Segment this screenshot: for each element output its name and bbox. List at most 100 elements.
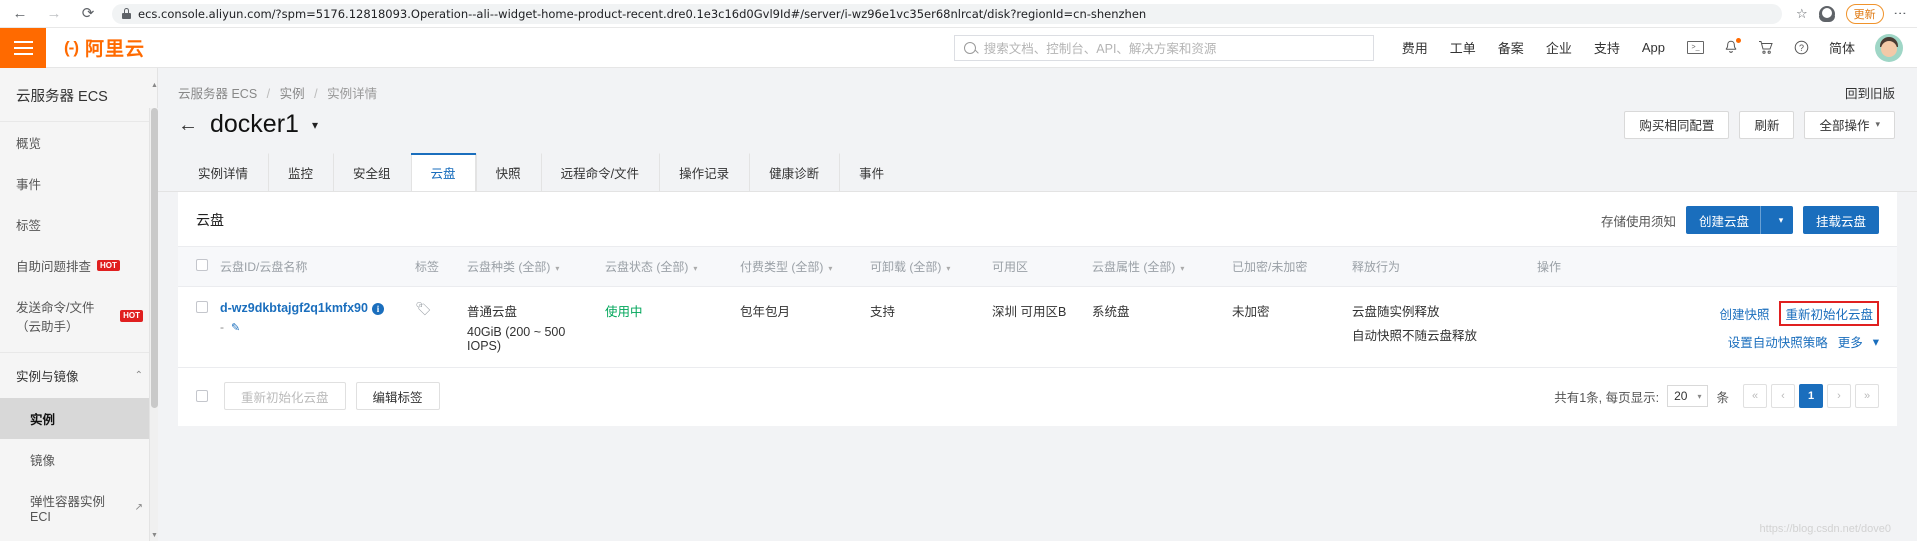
header-nav-tickets[interactable]: 工单 xyxy=(1450,38,1476,57)
row-checkbox[interactable] xyxy=(196,301,208,313)
menu-toggle-button[interactable] xyxy=(0,27,46,68)
sidebar-item-ddh[interactable]: 专有宿主机 DDH xyxy=(0,535,157,541)
scrollbar-thumb[interactable] xyxy=(151,108,158,408)
last-page-button[interactable]: » xyxy=(1855,384,1879,408)
breadcrumb-separator: / xyxy=(314,87,318,101)
disk-id-link[interactable]: d-wz9dkbtajgf2q1kmfx90 xyxy=(220,301,368,315)
breadcrumb-item-ecs[interactable]: 云服务器 ECS xyxy=(178,87,257,101)
header-nav-icp[interactable]: 备案 xyxy=(1498,38,1524,57)
attach-disk-button[interactable]: 挂载云盘 xyxy=(1802,206,1879,234)
sidebar-item-tags[interactable]: 标签 xyxy=(0,204,157,245)
tab-remote-command[interactable]: 远程命令/文件 xyxy=(540,153,659,191)
browser-menu-icon[interactable]: ⋮ xyxy=(1893,7,1908,20)
col-payment-type[interactable]: 付费类型 (全部) ▾ xyxy=(734,246,864,287)
tab-instance-detail[interactable]: 实例详情 xyxy=(178,153,268,191)
chevron-up-icon: ⌃ xyxy=(134,370,143,381)
prev-page-button[interactable]: ‹ xyxy=(1771,384,1795,408)
browser-forward-icon[interactable]: → xyxy=(44,4,64,24)
breadcrumb-item-instances[interactable]: 实例 xyxy=(280,87,305,101)
tab-snapshots[interactable]: 快照 xyxy=(475,153,541,191)
sidebar-item-events[interactable]: 事件 xyxy=(0,163,157,204)
address-bar[interactable]: ecs.console.aliyun.com/?spm=5176.1281809… xyxy=(112,3,1782,24)
info-icon[interactable]: i xyxy=(371,303,384,315)
release-behavior-line2: 自动快照不随云盘释放 xyxy=(1352,329,1478,343)
scroll-down-arrow[interactable]: ▼ xyxy=(151,532,158,539)
edit-pencil-icon[interactable]: ✎ xyxy=(231,321,240,334)
reinitialize-disk-link[interactable]: 重新初始化云盘 xyxy=(1779,301,1879,326)
tab-operation-logs[interactable]: 操作记录 xyxy=(659,153,749,191)
more-operations-link[interactable]: 更多 xyxy=(1838,332,1863,351)
sidebar-item-send-command[interactable]: 发送命令/文件（云助手） HOT xyxy=(0,286,157,346)
sidebar-item-eci[interactable]: 弹性容器实例 ECI ↗ xyxy=(0,480,157,535)
back-to-old-version-link[interactable]: 回到旧版 xyxy=(1845,83,1895,102)
header-nav-app[interactable]: App xyxy=(1642,40,1665,55)
breadcrumb-item-instance-detail: 实例详情 xyxy=(327,87,378,101)
browser-back-icon[interactable]: ← xyxy=(10,4,30,24)
global-search-input[interactable]: 搜索文档、控制台、API、解决方案和资源 xyxy=(953,34,1374,61)
create-snapshot-link[interactable]: 创建快照 xyxy=(1719,304,1769,323)
header-nav-support[interactable]: 支持 xyxy=(1594,38,1620,57)
bulk-reinitialize-button[interactable]: 重新初始化云盘 xyxy=(224,382,346,410)
col-disk-type[interactable]: 云盘种类 (全部) ▾ xyxy=(461,246,599,287)
col-disk-status[interactable]: 云盘状态 (全部) ▾ xyxy=(599,246,734,287)
sidebar-item-images[interactable]: 镜像 xyxy=(0,439,157,480)
filter-caret-icon[interactable]: ▾ xyxy=(693,264,697,273)
update-button[interactable]: 更新 xyxy=(1845,3,1884,24)
chevron-down-icon[interactable]: ▾ xyxy=(1769,215,1793,226)
bulk-edit-tag-button[interactable]: 编辑标签 xyxy=(355,382,440,410)
footer-select-all-checkbox[interactable] xyxy=(196,390,208,402)
aliyun-logo[interactable]: (-) 阿里云 xyxy=(64,34,145,61)
profile-avatar-icon[interactable] xyxy=(1818,5,1835,22)
language-switch[interactable]: 简体 xyxy=(1829,38,1855,57)
notifications-bell-icon[interactable] xyxy=(1724,38,1741,55)
select-all-checkbox[interactable] xyxy=(196,259,208,271)
tag-icon[interactable]: 🏷 xyxy=(415,301,432,316)
all-operations-button[interactable]: 全部操作 ▾ xyxy=(1804,110,1895,139)
scroll-up-arrow[interactable]: ▲ xyxy=(151,82,158,89)
bookmark-star-icon[interactable]: ☆ xyxy=(1796,6,1808,22)
sidebar-item-self-troubleshoot[interactable]: 自助问题排查 HOT xyxy=(0,245,157,286)
shopping-cart-icon[interactable] xyxy=(1758,40,1774,55)
storage-notice-link[interactable]: 存储使用须知 xyxy=(1601,211,1676,230)
sidebar-scrollbar[interactable]: ▲ ▼ xyxy=(149,82,158,541)
tab-disks[interactable]: 云盘 xyxy=(410,153,476,191)
sidebar-item-instances[interactable]: 实例 xyxy=(0,398,157,439)
col-tag: 标签 xyxy=(409,246,461,287)
create-disk-button[interactable]: 创建云盘 ▾ xyxy=(1685,206,1793,234)
column-label: 付费类型 (全部) xyxy=(740,260,824,274)
chevron-down-icon: ▾ xyxy=(1697,391,1702,401)
sidebar-group-instances-images[interactable]: 实例与镜像 ⌃ xyxy=(0,352,157,398)
page-title: docker1 xyxy=(210,110,299,138)
notification-dot xyxy=(1735,38,1741,43)
back-arrow-icon[interactable]: ← xyxy=(178,115,198,135)
user-avatar[interactable] xyxy=(1875,33,1903,62)
header-nav-fees[interactable]: 费用 xyxy=(1402,38,1428,57)
breadcrumb-separator: / xyxy=(266,87,271,101)
sidebar-item-overview[interactable]: 概览 xyxy=(0,122,157,163)
tab-events[interactable]: 事件 xyxy=(839,153,904,191)
button-label: 购买相同配置 xyxy=(1639,119,1715,133)
col-disk-attribute[interactable]: 云盘属性 (全部) ▾ xyxy=(1086,246,1226,287)
col-detachable[interactable]: 可卸载 (全部) ▾ xyxy=(864,246,986,287)
page-size-select[interactable]: 20 ▾ xyxy=(1667,385,1709,407)
first-page-button[interactable]: « xyxy=(1743,384,1767,408)
filter-caret-icon[interactable]: ▾ xyxy=(946,264,950,273)
filter-caret-icon[interactable]: ▾ xyxy=(1180,264,1184,273)
page-number-button[interactable]: 1 xyxy=(1799,384,1823,408)
refresh-button[interactable]: 刷新 xyxy=(1739,110,1795,139)
cloudshell-terminal-icon[interactable]: >_ xyxy=(1686,41,1704,54)
help-icon[interactable]: ? xyxy=(1794,40,1809,55)
disk-table: 云盘ID/云盘名称 标签 云盘种类 (全部) ▾ 云盘状态 (全部) ▾ 付费类型 … xyxy=(178,246,1897,368)
filter-caret-icon[interactable]: ▾ xyxy=(828,264,832,273)
next-page-button[interactable]: › xyxy=(1827,384,1851,408)
tab-security-group[interactable]: 安全组 xyxy=(333,153,411,191)
tab-monitor[interactable]: 监控 xyxy=(268,153,333,191)
auto-snapshot-policy-link[interactable]: 设置自动快照策略 xyxy=(1728,332,1828,351)
instance-switch-caret-icon[interactable]: ▾ xyxy=(312,118,318,132)
tab-health-diagnosis[interactable]: 健康诊断 xyxy=(749,153,839,191)
filter-caret-icon[interactable]: ▾ xyxy=(555,264,559,273)
browser-reload-icon[interactable]: ⟳ xyxy=(78,4,98,24)
buy-same-config-button[interactable]: 购买相同配置 xyxy=(1624,110,1730,139)
header-nav-enterprise[interactable]: 企业 xyxy=(1546,38,1572,57)
chevron-down-icon[interactable]: ▾ xyxy=(1873,334,1879,349)
